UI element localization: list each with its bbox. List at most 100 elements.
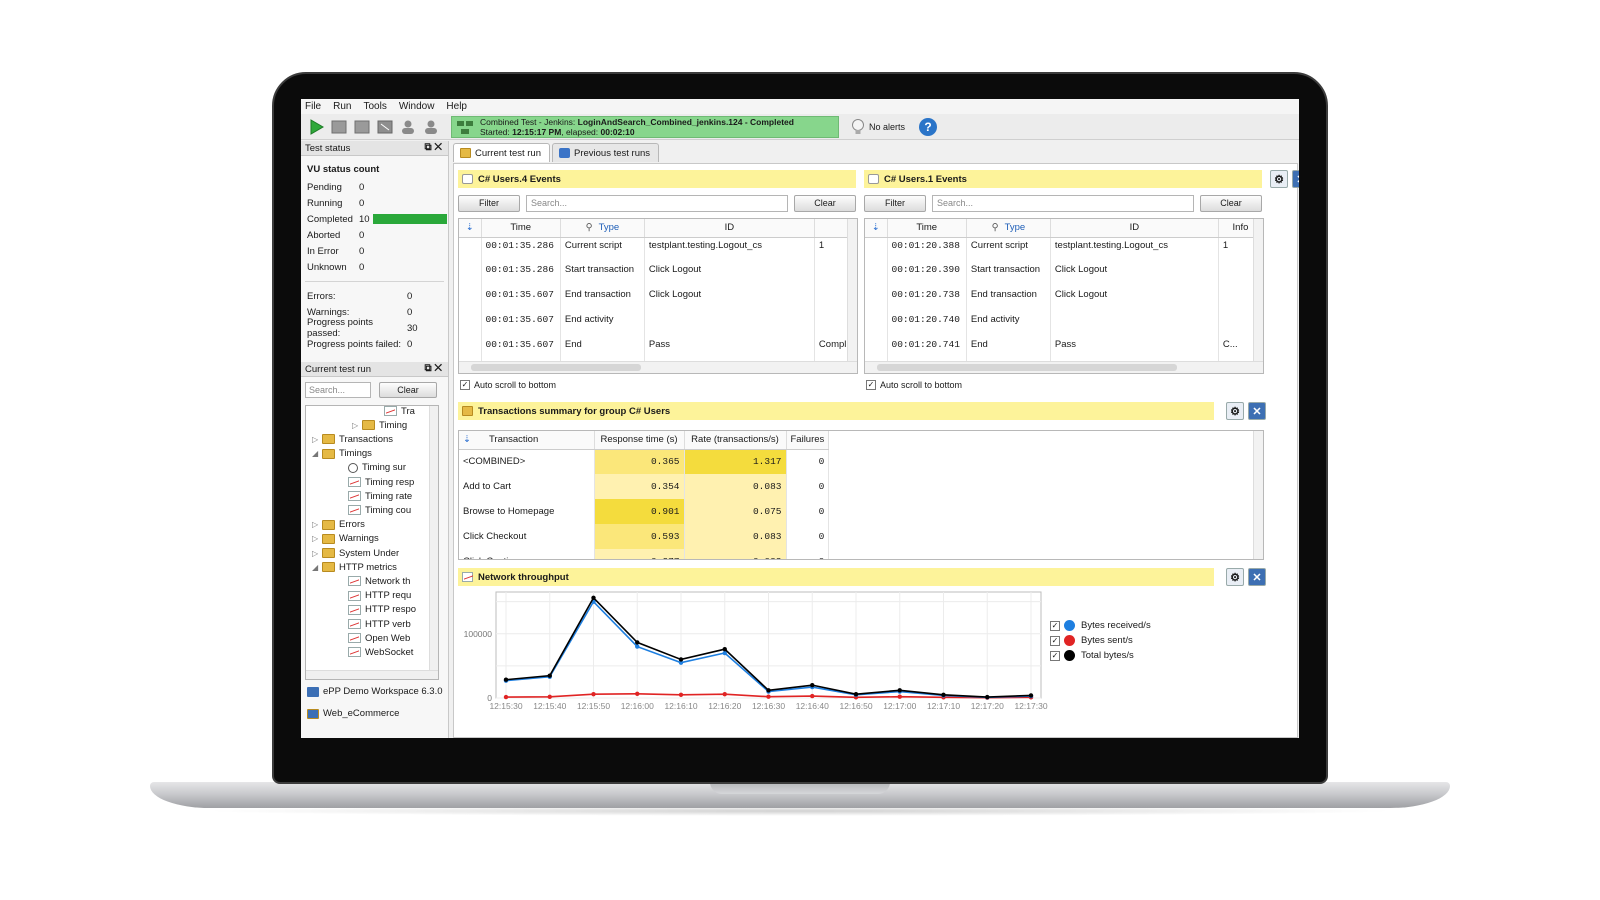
sort-header[interactable]: ⇣ xyxy=(865,219,888,238)
tree-node[interactable]: ▷ System Under xyxy=(312,546,399,560)
menu-help[interactable]: Help xyxy=(446,101,467,112)
close-button[interactable]: ✕ xyxy=(1248,402,1266,420)
tree-clear-button[interactable]: Clear xyxy=(379,382,437,398)
play-button[interactable] xyxy=(307,118,325,136)
menu-tools[interactable]: Tools xyxy=(363,101,386,112)
abort-button[interactable] xyxy=(376,118,394,136)
events-search-input[interactable]: Search... xyxy=(932,194,1194,212)
legend-item[interactable]: ✓ Bytes sent/s xyxy=(1050,633,1151,648)
alerts-indicator[interactable]: No alerts xyxy=(851,118,905,136)
tree-node[interactable]: ▷ Timing xyxy=(352,418,407,432)
clear-button[interactable]: Clear xyxy=(1200,194,1262,212)
table-row[interactable]: Browse to Homepage 0.901 0.075 0 xyxy=(459,499,830,524)
checkbox-checked[interactable]: ✓ xyxy=(460,380,470,390)
expand-arrow-icon[interactable]: ◢ xyxy=(312,563,322,572)
col-time[interactable]: Time xyxy=(481,219,561,238)
table-row[interactable]: 00:01:20.738 End transaction Click Logout xyxy=(865,287,1263,312)
table-row[interactable]: 00:01:20.741 End Pass C... xyxy=(865,337,1263,362)
help-button[interactable]: ? xyxy=(919,117,938,136)
legend-item[interactable]: ✓ Total bytes/s xyxy=(1050,648,1151,663)
expand-arrow-icon[interactable]: ▷ xyxy=(312,549,322,558)
tree-node[interactable]: HTTP verb xyxy=(338,617,411,631)
table-row[interactable]: 00:01:35.286 Start transaction Click Logou… xyxy=(459,262,857,287)
events-left-hscroll[interactable] xyxy=(459,361,857,373)
scroll-thumb[interactable] xyxy=(471,364,641,371)
col-id[interactable]: ID xyxy=(1050,219,1219,238)
expand-arrow-icon[interactable]: ▷ xyxy=(312,435,322,444)
sort-header[interactable]: ⇣ xyxy=(459,219,482,238)
table-row[interactable]: 00:01:20.740 End activity xyxy=(865,312,1263,337)
col-type[interactable]: ⚲ Type xyxy=(966,219,1051,238)
col-transaction[interactable]: ⇣ Transaction xyxy=(459,431,595,450)
events-right-vscroll[interactable] xyxy=(1253,219,1263,361)
auto-scroll-left[interactable]: ✓ Auto scroll to bottom xyxy=(460,380,556,390)
tree-node[interactable]: WebSocket xyxy=(338,645,413,659)
tree-search-input[interactable]: Search... xyxy=(305,382,371,398)
auto-scroll-right[interactable]: ✓ Auto scroll to bottom xyxy=(866,380,962,390)
tree-horizontal-scrollbar[interactable] xyxy=(306,670,438,679)
col-id[interactable]: ID xyxy=(644,219,815,238)
close-button[interactable]: ✕ xyxy=(1248,568,1266,586)
expand-arrow-icon[interactable]: ▷ xyxy=(352,421,362,430)
table-row[interactable]: 00:01:35.607 End Pass Compl xyxy=(459,337,857,362)
col-response-time[interactable]: Response time (s) xyxy=(594,431,685,450)
clear-button[interactable]: Clear xyxy=(794,194,856,212)
tree-node[interactable]: HTTP requ xyxy=(338,589,411,603)
events-right-hscroll[interactable] xyxy=(865,361,1263,373)
menu-window[interactable]: Window xyxy=(399,101,435,112)
stop-all-button[interactable] xyxy=(353,118,371,136)
table-row[interactable]: 00:01:35.607 End transaction Click Logout xyxy=(459,287,857,312)
tab-current-test-run[interactable]: Current test run xyxy=(453,143,550,162)
tree-node[interactable]: Timing rate xyxy=(338,489,412,503)
tree-node[interactable]: Open Web xyxy=(338,631,410,645)
events-left-vscroll[interactable] xyxy=(847,219,857,361)
legend-checkbox[interactable]: ✓ xyxy=(1050,650,1060,661)
table-row[interactable]: <COMBINED> 0.365 1.317 0 xyxy=(459,449,830,474)
checkbox-checked[interactable]: ✓ xyxy=(866,380,876,390)
table-row[interactable]: 00:01:20.390 Start transaction Click Logou… xyxy=(865,262,1263,287)
tree-vertical-scrollbar[interactable] xyxy=(429,406,438,679)
settings-button[interactable]: ⚙ xyxy=(1270,170,1288,188)
project-item[interactable]: Web_eCommerce xyxy=(307,708,399,719)
tree-node[interactable]: Network th xyxy=(338,574,410,588)
tree-node[interactable]: ▷ Warnings xyxy=(312,532,379,546)
tree-node[interactable]: Tra xyxy=(374,406,415,418)
settings-button[interactable]: ⚙ xyxy=(1226,402,1244,420)
filter-button[interactable]: Filter xyxy=(864,194,926,212)
col-time[interactable]: Time xyxy=(887,219,967,238)
tree-node[interactable]: Timing resp xyxy=(338,475,414,489)
col-rate[interactable]: Rate (transactions/s) xyxy=(684,431,787,450)
tree-node[interactable]: ◢ HTTP metrics xyxy=(312,560,397,574)
col-type[interactable]: ⚲ Type xyxy=(560,219,645,238)
tree-node[interactable]: Timing cou xyxy=(338,503,411,517)
add-user-button[interactable] xyxy=(399,118,417,136)
tree-node[interactable]: HTTP respo xyxy=(338,603,416,617)
panel-controls[interactable]: ⧉ ✕ xyxy=(424,363,442,374)
tree-node[interactable]: ◢ Timings xyxy=(312,447,372,461)
table-row[interactable]: Click Continue0.2770.0830 xyxy=(459,549,830,559)
panel-controls[interactable]: ⧉ ✕ xyxy=(424,142,442,153)
table-row[interactable]: 00:01:35.607 End activity xyxy=(459,312,857,337)
table-row[interactable]: Add to Cart 0.354 0.083 0 xyxy=(459,474,830,499)
stop-button[interactable] xyxy=(330,118,348,136)
tab-previous-test-runs[interactable]: Previous test runs xyxy=(552,143,660,162)
table-row[interactable]: 00:01:20.388 Current script testplant.test… xyxy=(865,237,1263,262)
expand-arrow-icon[interactable]: ◢ xyxy=(312,449,322,458)
col-failures[interactable]: Failures xyxy=(786,431,830,450)
table-row[interactable]: 00:01:35.286 Current script testplant.test… xyxy=(459,237,857,262)
scroll-thumb[interactable] xyxy=(877,364,1177,371)
expand-arrow-icon[interactable]: ▷ xyxy=(312,520,322,529)
expand-arrow-icon[interactable]: ▷ xyxy=(312,534,322,543)
close-button[interactable]: ✕ xyxy=(1292,170,1299,188)
menu-file[interactable]: File xyxy=(305,101,321,112)
legend-checkbox[interactable]: ✓ xyxy=(1050,635,1060,646)
workspace-item[interactable]: ePP Demo Workspace 6.3.0 xyxy=(307,686,443,697)
legend-checkbox[interactable]: ✓ xyxy=(1050,620,1060,631)
remove-user-button[interactable] xyxy=(422,118,440,136)
tree-node[interactable]: Timing sur xyxy=(338,461,406,475)
settings-button[interactable]: ⚙ xyxy=(1226,568,1244,586)
legend-item[interactable]: ✓ Bytes received/s xyxy=(1050,618,1151,633)
tree-node[interactable]: ▷ Transactions xyxy=(312,432,393,446)
menu-run[interactable]: Run xyxy=(333,101,351,112)
events-search-input[interactable]: Search... xyxy=(526,194,788,212)
